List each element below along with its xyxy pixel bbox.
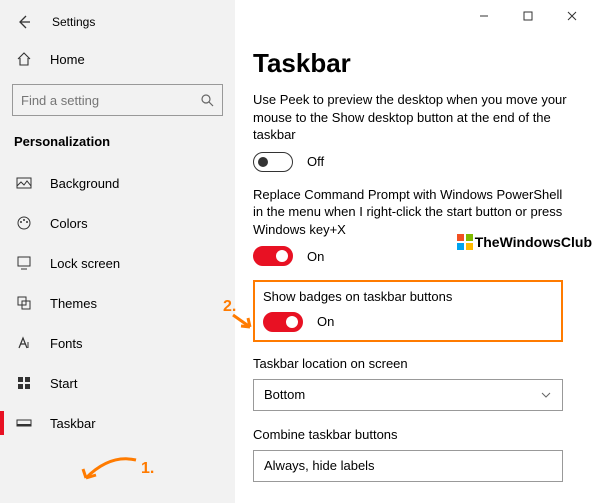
annotation-arrow-1	[80, 454, 140, 488]
page-title: Taskbar	[253, 48, 582, 79]
arrow-left-icon	[16, 14, 32, 30]
close-icon	[567, 11, 577, 21]
search-icon	[200, 93, 214, 107]
windows-logo-icon	[457, 234, 473, 250]
search-input[interactable]	[12, 84, 223, 116]
taskbar-icon	[16, 415, 32, 431]
sidebar: Settings Home Personalization Background…	[0, 0, 235, 503]
window-controls	[462, 2, 594, 30]
close-button[interactable]	[550, 2, 594, 30]
nav-label: Lock screen	[50, 256, 120, 271]
powershell-description: Replace Command Prompt with Windows Powe…	[253, 186, 573, 239]
nav-label: Start	[50, 376, 77, 391]
home-label: Home	[50, 52, 85, 67]
palette-icon	[16, 215, 32, 231]
sidebar-item-background[interactable]: Background	[0, 163, 235, 203]
peek-state: Off	[307, 154, 324, 169]
powershell-state: On	[307, 249, 324, 264]
watermark-text: TheWindowsClub	[475, 234, 592, 250]
sidebar-item-fonts[interactable]: Fonts	[0, 323, 235, 363]
peek-description: Use Peek to preview the desktop when you…	[253, 91, 573, 144]
nav-label: Taskbar	[50, 416, 96, 431]
combine-dropdown[interactable]: Always, hide labels	[253, 450, 563, 482]
nav-list: Background Colors Lock screen Themes Fon…	[0, 163, 235, 443]
search-field[interactable]	[21, 93, 181, 108]
home-icon	[16, 51, 32, 67]
sidebar-item-lockscreen[interactable]: Lock screen	[0, 243, 235, 283]
sidebar-item-taskbar[interactable]: Taskbar	[0, 403, 235, 443]
location-dropdown[interactable]: Bottom	[253, 379, 563, 411]
fonts-icon	[16, 335, 32, 351]
nav-label: Background	[50, 176, 119, 191]
maximize-button[interactable]	[506, 2, 550, 30]
powershell-toggle[interactable]	[253, 246, 293, 266]
sidebar-item-home[interactable]: Home	[0, 40, 235, 78]
nav-label: Colors	[50, 216, 88, 231]
badges-toggle[interactable]	[263, 312, 303, 332]
settings-title: Settings	[52, 15, 95, 29]
location-label: Taskbar location on screen	[253, 356, 582, 371]
minimize-icon	[479, 11, 489, 21]
sidebar-item-colors[interactable]: Colors	[0, 203, 235, 243]
sidebar-item-themes[interactable]: Themes	[0, 283, 235, 323]
peek-toggle[interactable]	[253, 152, 293, 172]
nav-label: Fonts	[50, 336, 83, 351]
sidebar-item-start[interactable]: Start	[0, 363, 235, 403]
chevron-down-icon	[540, 389, 552, 401]
main-content: Taskbar Use Peek to preview the desktop …	[235, 0, 600, 503]
badges-label: Show badges on taskbar buttons	[263, 288, 553, 306]
back-button[interactable]	[14, 12, 34, 32]
picture-icon	[16, 175, 32, 191]
start-icon	[16, 375, 32, 391]
badges-highlight: Show badges on taskbar buttons On	[253, 280, 563, 342]
annotation-arrow-2	[230, 312, 256, 334]
combine-label: Combine taskbar buttons	[253, 427, 582, 442]
minimize-button[interactable]	[462, 2, 506, 30]
combine-value: Always, hide labels	[264, 458, 375, 473]
watermark: TheWindowsClub	[457, 234, 592, 250]
lock-screen-icon	[16, 255, 32, 271]
section-title: Personalization	[0, 126, 235, 163]
location-value: Bottom	[264, 387, 305, 402]
badges-state: On	[317, 314, 334, 329]
maximize-icon	[523, 11, 533, 21]
annotation-1: 1.	[141, 460, 154, 478]
themes-icon	[16, 295, 32, 311]
nav-label: Themes	[50, 296, 97, 311]
